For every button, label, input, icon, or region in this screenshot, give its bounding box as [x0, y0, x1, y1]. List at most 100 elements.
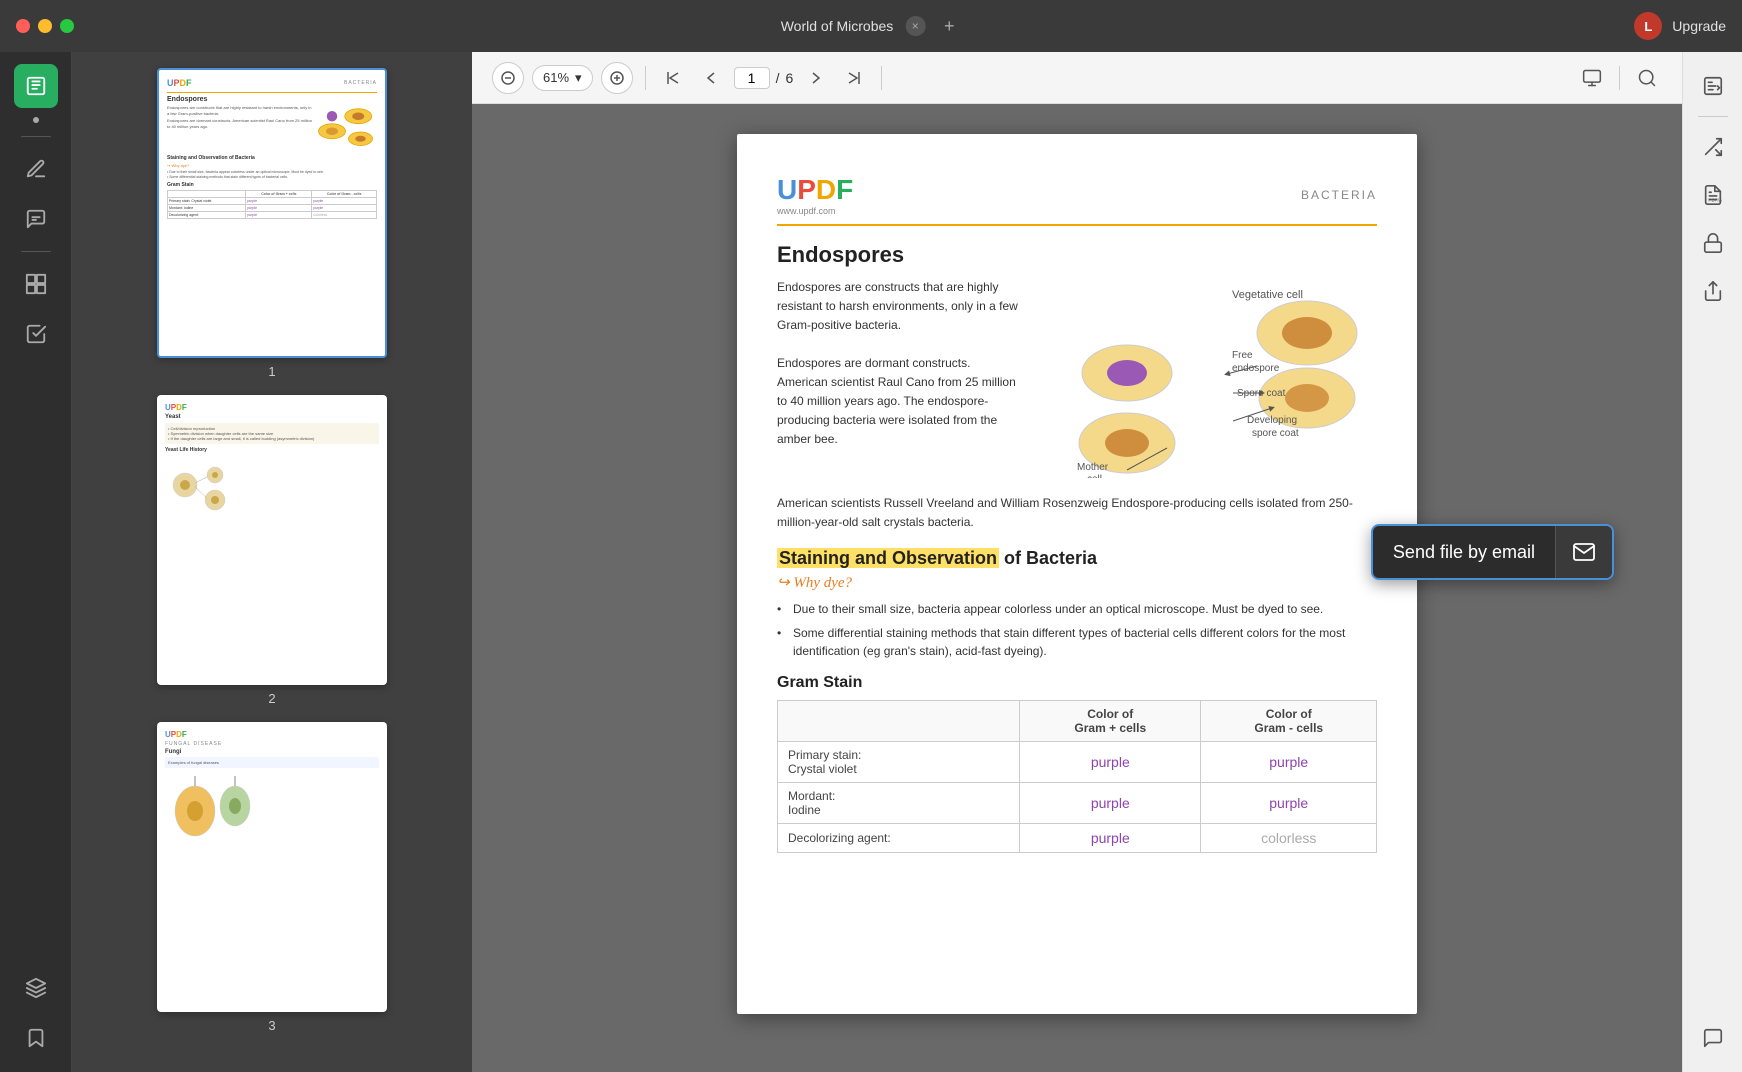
svg-text:spore coat: spore coat [1252, 428, 1299, 439]
staining-title: Staining and Observation of Bacteria [777, 548, 1377, 569]
pdf-page: UPDF www.updf.com BACTERIA Endospores En… [737, 134, 1417, 1014]
sidebar-item-reader[interactable] [14, 64, 58, 108]
pdf-content-split: Endospores are constructs that are highl… [777, 278, 1377, 478]
sidebar-item-layers[interactable] [14, 966, 58, 1010]
table-cell-row2-plus: purple [1020, 783, 1201, 824]
protect-button[interactable] [1691, 221, 1735, 265]
svg-text:cell: cell [1087, 474, 1102, 478]
table-row: Decolorizing agent: purple colorless [778, 824, 1377, 853]
thumbnail-panel[interactable]: UPDF BACTERIA Endospores Endospores are … [72, 52, 472, 1072]
svg-text:Developing: Developing [1247, 415, 1297, 426]
sidebar-item-pen[interactable] [14, 147, 58, 191]
send-email-icon[interactable] [1555, 526, 1612, 578]
toolbar-separator-2 [881, 66, 882, 90]
presentation-button[interactable] [1577, 63, 1607, 93]
page-display: / 6 [734, 67, 794, 89]
total-pages: 6 [785, 70, 793, 86]
sidebar-divider-1 [21, 136, 51, 137]
toolbar-right [1577, 63, 1662, 93]
pdf-logo-url: www.updf.com [777, 206, 853, 216]
staining-rest: of Bacteria [999, 548, 1097, 568]
page-input[interactable] [734, 67, 770, 89]
main-layout: UPDF BACTERIA Endospores Endospores are … [0, 52, 1742, 1072]
svg-text:PDF/A: PDF/A [1708, 197, 1722, 202]
bullet-item-1: Due to their small size, bacteria appear… [777, 600, 1377, 618]
toolbar-separator-3 [1619, 66, 1620, 90]
chat-button[interactable] [1691, 1016, 1735, 1060]
zoom-out-button[interactable] [492, 62, 524, 94]
upgrade-button[interactable]: Upgrade [1672, 18, 1726, 34]
svg-text:Mother: Mother [1077, 462, 1109, 473]
pdf-viewport[interactable]: UPDF www.updf.com BACTERIA Endospores En… [472, 104, 1682, 1072]
close-traffic-light[interactable] [16, 19, 30, 33]
toolbar-separator-1 [645, 66, 646, 90]
gram-stain-title: Gram Stain [777, 674, 1377, 692]
thumbnail-frame-2[interactable]: UPDF Yeast • Cell/division reproduction … [157, 395, 387, 685]
pdf-a-button[interactable]: PDF/A [1691, 173, 1735, 217]
pdf-header: UPDF www.updf.com BACTERIA [777, 174, 1377, 226]
sidebar-item-pages[interactable] [14, 262, 58, 306]
ocr-button[interactable] [1691, 64, 1735, 108]
zoom-display[interactable]: 61% ▾ [532, 65, 593, 91]
thumbnail-frame-3[interactable]: UPDF FUNGAL DISEASE Fungi Examples of fu… [157, 722, 387, 1012]
right-sidebar: PDF/A [1682, 52, 1742, 1072]
pdf-bacteria-label: BACTERIA [1301, 188, 1377, 202]
pdf-logo: UPDF [777, 174, 853, 206]
svg-text:Free: Free [1232, 350, 1253, 361]
sidebar-bottom [14, 966, 58, 1060]
tab-close-button[interactable]: × [905, 16, 925, 36]
svg-text:Vegetative cell: Vegetative cell [1232, 289, 1303, 301]
first-page-button[interactable] [658, 63, 688, 93]
zoom-in-button[interactable] [601, 62, 633, 94]
why-dye: ↪ Why dye? [777, 573, 1377, 592]
table-row: Mordant:Iodine purple purple [778, 783, 1377, 824]
table-col-empty [778, 701, 1020, 742]
pdf-para3: American scientists Russell Vreeland and… [777, 494, 1377, 532]
sidebar-item-annotation[interactable] [14, 197, 58, 241]
search-button[interactable] [1632, 63, 1662, 93]
endospore-diagram: Vegetative cell Free endospore [1037, 278, 1377, 478]
page-separator: / [776, 70, 780, 86]
send-email-badge[interactable]: Send file by email [1371, 524, 1614, 580]
zoom-level: 61% [543, 70, 569, 85]
table-row: Primary stain:Crystal violet purple purp… [778, 742, 1377, 783]
right-sidebar-bottom [1691, 1016, 1735, 1060]
send-email-label: Send file by email [1373, 528, 1555, 577]
fullscreen-traffic-light[interactable] [60, 19, 74, 33]
avatar[interactable]: L [1634, 12, 1662, 40]
thumbnail-number-1: 1 [268, 364, 275, 379]
svg-text:endospore: endospore [1232, 363, 1280, 374]
sidebar-item-bookmark[interactable] [14, 1016, 58, 1060]
minimize-traffic-light[interactable] [38, 19, 52, 33]
table-cell-row2-label: Mordant:Iodine [778, 783, 1020, 824]
thumbnail-item-1[interactable]: UPDF BACTERIA Endospores Endospores are … [157, 68, 387, 379]
bullet-list: Due to their small size, bacteria appear… [777, 600, 1377, 660]
thumbnail-item-2[interactable]: UPDF Yeast • Cell/division reproduction … [157, 395, 387, 706]
table-cell-row2-minus: purple [1201, 783, 1377, 824]
pdf-logo-area: UPDF www.updf.com [777, 174, 853, 216]
zoom-dropdown-icon: ▾ [575, 70, 582, 86]
add-tab-button[interactable]: + [937, 14, 961, 38]
bullet-item-2: Some differential staining methods that … [777, 624, 1377, 660]
table-cell-row1-plus: purple [1020, 742, 1201, 783]
table-cell-row1-label: Primary stain:Crystal violet [778, 742, 1020, 783]
document-title: World of Microbes [781, 18, 894, 34]
left-sidebar [0, 52, 72, 1072]
next-page-button[interactable] [801, 63, 831, 93]
thumbnail-number-2: 2 [268, 691, 275, 706]
thumbnail-number-3: 3 [268, 1018, 275, 1033]
content-area: 61% ▾ / 6 [472, 52, 1682, 1072]
traffic-lights [16, 19, 74, 33]
sidebar-item-stamps[interactable] [14, 312, 58, 356]
thumbnail-item-3[interactable]: UPDF FUNGAL DISEASE Fungi Examples of fu… [157, 722, 387, 1033]
sidebar-divider-2 [21, 251, 51, 252]
table-cell-row3-minus: colorless [1201, 824, 1377, 853]
thumbnail-frame-1[interactable]: UPDF BACTERIA Endospores Endospores are … [157, 68, 387, 358]
table-col-gram-plus: Color ofGram + cells [1020, 701, 1201, 742]
pdf-para2: Endospores are dormant constructs. Ameri… [777, 354, 1021, 450]
last-page-button[interactable] [839, 63, 869, 93]
share-button[interactable] [1691, 269, 1735, 313]
pdf-para1: Endospores are constructs that are highl… [777, 278, 1021, 336]
convert-button[interactable] [1691, 125, 1735, 169]
prev-page-button[interactable] [696, 63, 726, 93]
